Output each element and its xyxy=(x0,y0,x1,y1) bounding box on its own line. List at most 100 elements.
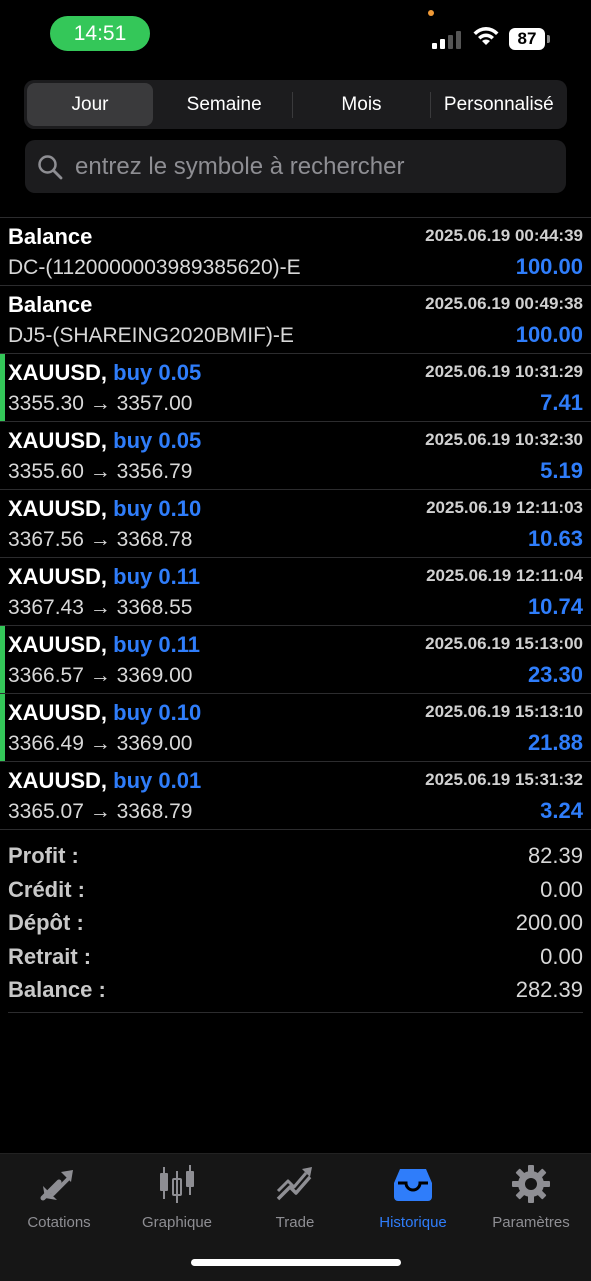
battery-tip-icon xyxy=(547,35,550,43)
deal-datetime: 2025.06.19 00:49:38 xyxy=(425,294,583,313)
search-icon xyxy=(38,154,63,179)
deal-amount: 5.19 xyxy=(540,458,583,483)
wifi-icon xyxy=(473,27,499,45)
summary-value: 82.39 xyxy=(527,843,583,868)
deal-symbol: XAUUSD, xyxy=(8,360,108,385)
deal-datetime: 2025.06.19 15:13:10 xyxy=(425,702,583,721)
privacy-indicator-icon xyxy=(428,10,434,16)
summary-label: Dépôt : xyxy=(8,910,84,936)
deal-symbol: XAUUSD, xyxy=(8,564,108,589)
deal-amount: 23.30 xyxy=(527,662,583,687)
deal-prices: 3367.43 → 3368.55 xyxy=(8,596,193,619)
history-inbox-icon xyxy=(354,1162,472,1206)
summary-label: Profit : xyxy=(8,843,79,868)
deal-side: buy 0.10 xyxy=(113,496,202,521)
deal-comment: DC-(1120000003989385620)-E xyxy=(8,256,301,279)
tab-cotations[interactable]: Cotations xyxy=(0,1162,118,1231)
deal-row[interactable]: Balance 2025.06.19 00:44:39 DC-(11200000… xyxy=(0,218,591,286)
deal-amount: 21.88 xyxy=(527,730,583,755)
status-bar: 14:51 87 xyxy=(0,0,591,70)
deal-amount: 3.24 xyxy=(540,798,583,823)
deal-datetime: 2025.06.19 15:31:32 xyxy=(425,770,583,789)
tab-jour[interactable]: Jour xyxy=(27,83,153,126)
tab-historique[interactable]: Historique xyxy=(354,1162,472,1231)
deal-symbol: XAUUSD, xyxy=(8,496,108,521)
deal-symbol: XAUUSD, xyxy=(8,428,108,453)
search-bar[interactable] xyxy=(25,140,566,193)
tab-parametres[interactable]: Paramètres xyxy=(472,1162,590,1231)
quotes-arrows-icon xyxy=(0,1162,118,1206)
status-time[interactable]: 14:51 xyxy=(50,16,150,51)
tab-semaine[interactable]: Semaine xyxy=(156,83,292,126)
deal-prices: 3367.56 → 3368.78 xyxy=(8,528,193,551)
summary-label: Balance : xyxy=(8,977,106,1003)
deal-title: XAUUSD, buy 0.01 xyxy=(8,768,201,794)
deal-symbol: XAUUSD, xyxy=(8,632,108,657)
search-input[interactable] xyxy=(73,151,547,182)
deal-side: buy 0.10 xyxy=(113,700,202,725)
tab-label: Cotations xyxy=(27,1214,91,1231)
deal-row[interactable]: XAUUSD, buy 0.05 2025.06.19 10:32:30 335… xyxy=(0,422,591,490)
summary-row-deposit: Dépôt : 200.00 xyxy=(0,908,591,942)
deal-list: Balance 2025.06.19 00:44:39 DC-(11200000… xyxy=(0,217,591,830)
deal-title: XAUUSD, buy 0.11 xyxy=(8,564,200,590)
tab-label: Graphique xyxy=(141,1214,213,1231)
deal-marker xyxy=(0,626,5,693)
summary-row-credit: Crédit : 0.00 xyxy=(0,875,591,909)
summary-value: 0.00 xyxy=(540,943,583,969)
tab-trade[interactable]: Trade xyxy=(236,1162,354,1231)
deal-row[interactable]: XAUUSD, buy 0.01 2025.06.19 15:31:32 336… xyxy=(0,762,591,830)
deal-side: buy 0.05 xyxy=(113,428,202,453)
deal-side: buy 0.01 xyxy=(113,768,202,793)
summary-divider xyxy=(8,1012,583,1013)
tab-label: Trade xyxy=(275,1214,315,1231)
deal-title: Balance xyxy=(8,224,93,249)
deal-row[interactable]: XAUUSD, buy 0.10 2025.06.19 12:11:03 336… xyxy=(0,490,591,558)
deal-row[interactable]: XAUUSD, buy 0.10 2025.06.19 15:13:10 336… xyxy=(0,694,591,762)
deal-datetime: 2025.06.19 15:13:00 xyxy=(425,634,583,653)
summary-value: 200.00 xyxy=(515,910,583,936)
cellular-signal-icon xyxy=(432,27,464,49)
deal-comment: DJ5-(SHAREING2020BMIF)-E xyxy=(8,324,294,347)
deal-row[interactable]: XAUUSD, buy 0.05 2025.06.19 10:31:29 335… xyxy=(0,354,591,422)
deal-title: XAUUSD, buy 0.11 xyxy=(8,632,200,658)
summary-label: Retrait : xyxy=(8,943,92,969)
deal-amount: 100.00 xyxy=(515,322,583,347)
deal-title: XAUUSD, buy 0.10 xyxy=(8,700,201,726)
trade-trend-icon xyxy=(236,1162,354,1206)
tab-mois[interactable]: Mois xyxy=(293,83,429,126)
tab-label: Historique xyxy=(379,1214,447,1231)
tab-graphique[interactable]: Graphique xyxy=(118,1162,236,1231)
deal-amount: 10.74 xyxy=(527,594,583,619)
gear-icon xyxy=(472,1162,590,1206)
summary-panel: Profit : 82.39 Crédit : 0.00 Dépôt : 200… xyxy=(0,841,591,1009)
period-segmented-control: Jour Semaine Mois Personnalisé xyxy=(24,80,567,129)
deal-datetime: 2025.06.19 10:31:29 xyxy=(425,362,583,381)
deal-datetime: 2025.06.19 10:32:30 xyxy=(425,430,583,449)
deal-prices: 3365.07 → 3368.79 xyxy=(8,800,193,823)
deal-amount: 10.63 xyxy=(527,526,583,551)
deal-symbol: XAUUSD, xyxy=(8,700,108,725)
tab-label: Paramètres xyxy=(492,1214,570,1231)
deal-datetime: 2025.06.19 12:11:04 xyxy=(426,566,583,585)
deal-amount: 7.41 xyxy=(540,390,583,415)
deal-side: buy 0.11 xyxy=(113,564,200,589)
summary-row-withdrawal: Retrait : 0.00 xyxy=(0,942,591,976)
deal-datetime: 2025.06.19 00:44:39 xyxy=(425,226,583,245)
deal-prices: 3366.49 → 3369.00 xyxy=(8,732,193,755)
deal-symbol: XAUUSD, xyxy=(8,768,108,793)
deal-title: XAUUSD, buy 0.05 xyxy=(8,360,201,386)
deal-row[interactable]: XAUUSD, buy 0.11 2025.06.19 12:11:04 336… xyxy=(0,558,591,626)
tab-personnalise[interactable]: Personnalisé xyxy=(431,83,567,126)
battery-indicator: 87 xyxy=(509,28,545,50)
deal-marker xyxy=(0,354,5,421)
home-indicator[interactable] xyxy=(191,1259,401,1266)
summary-row-balance: Balance : 282.39 xyxy=(0,975,591,1009)
deal-side: buy 0.05 xyxy=(113,360,202,385)
summary-label: Crédit : xyxy=(8,876,85,902)
summary-row-profit: Profit : 82.39 xyxy=(0,841,591,875)
deal-row[interactable]: Balance 2025.06.19 00:49:38 DJ5-(SHAREIN… xyxy=(0,286,591,354)
deal-marker xyxy=(0,694,5,761)
deal-row[interactable]: XAUUSD, buy 0.11 2025.06.19 15:13:00 336… xyxy=(0,626,591,694)
summary-value: 0.00 xyxy=(540,876,583,902)
